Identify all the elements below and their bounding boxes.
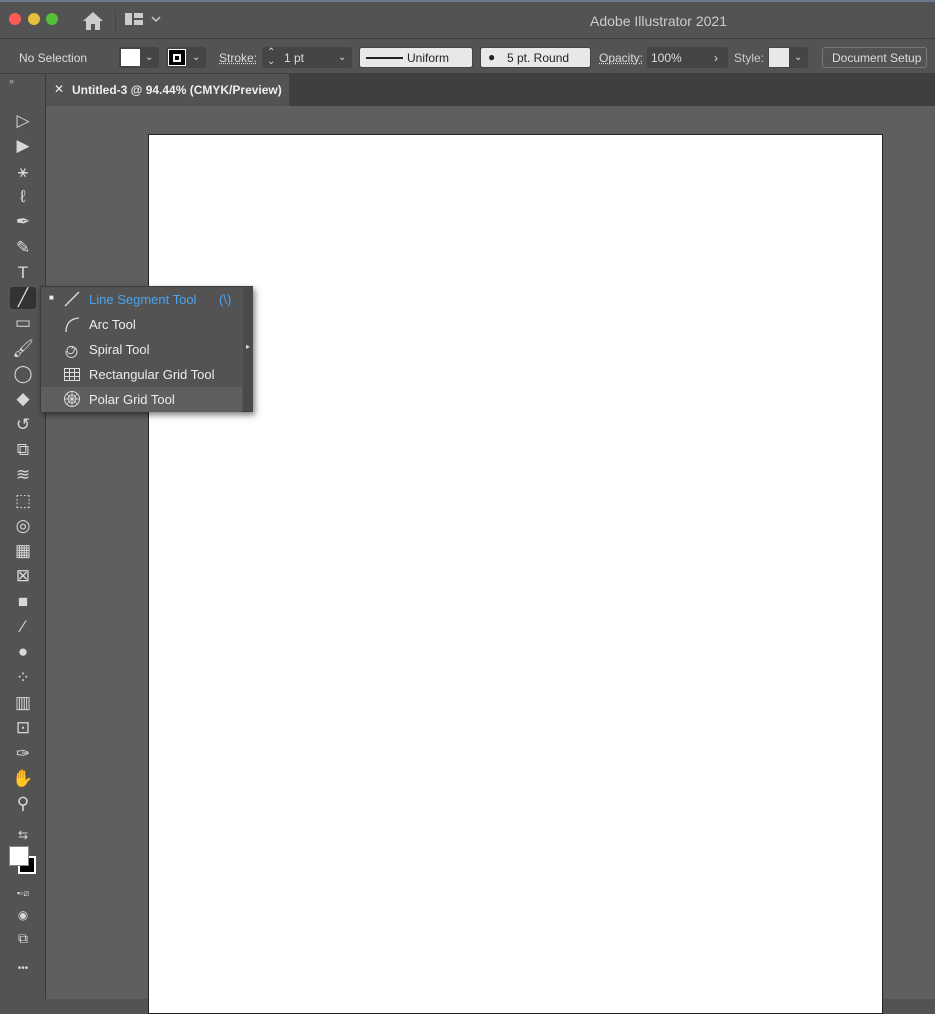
tool-mesh-icon[interactable]: ⊠ <box>10 565 36 587</box>
rect-grid-icon <box>64 368 80 381</box>
tool-type-icon[interactable]: T <box>10 262 36 284</box>
stroke-weight-field[interactable]: ⌃ ⌄ 1 pt ⌄ <box>262 47 352 68</box>
fill-stroke-swatches-icon[interactable] <box>9 846 36 878</box>
polar-grid-icon <box>64 391 80 407</box>
control-bar: No Selection ⌄ ⌄ Stroke: ⌃ ⌄ 1 pt ⌄ Uniform… <box>0 38 935 74</box>
fill-swatch[interactable]: ⌄ <box>119 47 159 68</box>
tool-line-segment-icon[interactable]: ╱ <box>10 287 36 310</box>
window-title: Adobe Illustrator 2021 <box>590 13 727 29</box>
tool-paintbrush-icon[interactable]: 🖌 <box>10 338 36 360</box>
style-label: Style: <box>734 51 765 65</box>
tool-eraser-icon[interactable]: ◆ <box>10 388 36 410</box>
stroke-label[interactable]: Stroke: <box>219 51 257 65</box>
flyout-item-polar-grid[interactable]: Polar Grid Tool <box>41 387 242 412</box>
swap-fill-stroke-icon[interactable]: ⇆ <box>10 824 36 846</box>
more-tools-icon[interactable]: ••• <box>10 958 36 980</box>
tear-off-bar[interactable]: ▸ <box>243 287 253 411</box>
document-tab-bar: ✕ Untitled-3 @ 94.44% (CMYK/Preview) <box>46 74 935 106</box>
workspace-switcher-icon[interactable] <box>125 13 165 27</box>
color-modes-icon[interactable]: ▪▫⧄ <box>10 882 36 904</box>
tool-symbol-sprayer-icon[interactable]: ⁘ <box>10 667 36 689</box>
close-window-button[interactable] <box>9 13 21 25</box>
flyout-item-line-segment[interactable]: ■ Line Segment Tool (\) <box>41 287 242 312</box>
tool-selection-icon[interactable]: ▷ <box>10 110 36 132</box>
tool-lasso-icon[interactable]: ℓ <box>10 186 36 208</box>
flyout-item-arc[interactable]: Arc Tool <box>41 312 242 337</box>
home-icon[interactable] <box>82 11 104 31</box>
tool-slice-icon[interactable]: ✑ <box>10 743 36 765</box>
tool-direct-selection-icon[interactable]: ▶ <box>10 135 36 157</box>
tool-free-transform-icon[interactable]: ⬚ <box>10 490 36 512</box>
title-bar: Adobe Illustrator 2021 <box>0 0 935 38</box>
opacity-field[interactable]: 100% › <box>647 47 728 68</box>
minimize-window-button[interactable] <box>28 13 40 25</box>
tool-pen-icon[interactable]: ✒ <box>10 211 36 233</box>
selection-status: No Selection <box>19 51 88 65</box>
line-tools-flyout: ■ Line Segment Tool (\) Arc Tool Spiral To… <box>40 286 253 412</box>
variable-width-profile[interactable]: Uniform ⌄ <box>359 47 473 68</box>
document-tab[interactable]: ✕ Untitled-3 @ 94.44% (CMYK/Preview) <box>46 74 289 106</box>
divider <box>115 10 116 32</box>
tool-perspective-grid-icon[interactable]: ▦ <box>10 540 36 562</box>
line-icon <box>64 291 80 307</box>
tool-artboard-icon[interactable]: ⊡ <box>10 717 36 739</box>
arc-icon <box>65 317 80 333</box>
tool-magic-wand-icon[interactable]: ⚹ <box>10 161 36 183</box>
tool-hand-icon[interactable]: ✋ <box>10 768 36 790</box>
artboard[interactable] <box>148 134 883 1014</box>
close-tab-icon[interactable]: ✕ <box>54 82 64 96</box>
tool-rotate-icon[interactable]: ↺ <box>10 414 36 436</box>
canvas[interactable] <box>46 106 935 1014</box>
tool-scale-icon[interactable]: ⧉ <box>10 439 36 461</box>
collapse-panel-icon[interactable]: » <box>9 76 14 86</box>
opacity-label[interactable]: Opacity: <box>599 51 643 65</box>
tool-column-graph-icon[interactable]: ▥ <box>10 692 36 714</box>
tool-shaper-icon[interactable]: ◯ <box>10 363 36 385</box>
draw-mode-icon[interactable]: ◉ <box>10 904 36 926</box>
tool-curvature-icon[interactable]: ✎ <box>10 237 36 259</box>
tools-panel: » ▷ ▶ ⚹ ℓ ✒ ✎ T ╱ ▭ 🖌 ◯ ◆ ↺ ⧉ ≋ ⬚ ◎ ▦ ⊠ ■ ⁄ ● ⁘ ▥ ⊡ ✑ ✋ ⚲ ⇆ ▪▫⧄ ◉ ⧉ ••• <box>0 74 46 999</box>
tool-blend-icon[interactable]: ● <box>10 641 36 663</box>
spiral-icon <box>65 345 78 358</box>
zoom-window-button[interactable] <box>46 13 58 25</box>
graphic-style-swatch[interactable]: ⌄ <box>768 47 808 68</box>
stroke-swatch[interactable]: ⌄ <box>166 47 206 68</box>
tool-rectangle-icon[interactable]: ▭ <box>10 312 36 334</box>
screen-mode-icon[interactable]: ⧉ <box>10 927 36 949</box>
tool-gradient-icon[interactable]: ■ <box>10 591 36 613</box>
flyout-item-rectangular-grid[interactable]: Rectangular Grid Tool <box>41 362 242 387</box>
tool-zoom-icon[interactable]: ⚲ <box>10 793 36 815</box>
brush-definition[interactable]: ● 5 pt. Round ⌄ <box>480 47 591 68</box>
tool-shape-builder-icon[interactable]: ◎ <box>10 515 36 537</box>
tool-eyedropper-icon[interactable]: ⁄ <box>10 616 36 638</box>
flyout-item-spiral[interactable]: Spiral Tool <box>41 337 242 362</box>
tool-warp-icon[interactable]: ≋ <box>10 464 36 486</box>
document-setup-button[interactable]: Document Setup <box>822 47 927 68</box>
